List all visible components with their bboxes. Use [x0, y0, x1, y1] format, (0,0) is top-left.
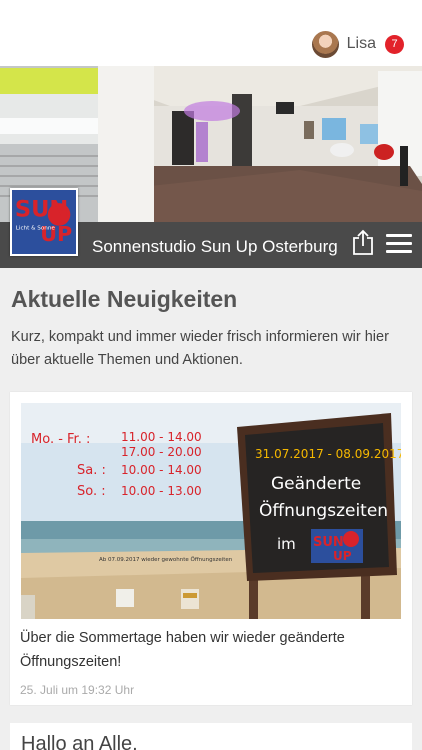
studio-title: Sonnenstudio Sun Up Osterburg [92, 237, 338, 256]
news-card-text[interactable]: Über die Sommertage haben wir wieder geä… [20, 626, 400, 674]
news-card-2[interactable]: Hallo an Alle, [10, 723, 412, 750]
logo-text-top: SUN [15, 196, 69, 222]
schedule-day-1: Mo. - Fr. : [31, 432, 90, 447]
board-line3: im [277, 535, 296, 553]
news-image[interactable]: 31.07.2017 - 08.09.2017 Geänderte Öffnun… [21, 403, 401, 619]
news-card-date: 25. Juli um 19:32 Uhr [20, 683, 135, 697]
user-menu[interactable]: Lisa 7 [311, 29, 404, 59]
top-bar: Lisa 7 [0, 0, 422, 66]
schedule-time-4: 10.00 - 13.00 [121, 484, 202, 498]
user-name[interactable]: Lisa [347, 35, 376, 53]
studio-logo[interactable]: SUN UP Licht & Sonne [10, 188, 78, 256]
avatar[interactable] [311, 30, 339, 58]
schedule-day-3: Sa. : [77, 463, 106, 478]
section-title: Aktuelle Neuigkeiten [11, 286, 238, 312]
news-card-2-title[interactable]: Hallo an Alle, [21, 733, 138, 750]
board-line1: Geänderte [271, 474, 361, 494]
schedule-day-4: So. : [77, 484, 106, 499]
schedule-note: Ab 07.09.2017 wieder gewohnte Öffnungsze… [99, 556, 233, 563]
share-icon[interactable] [352, 229, 374, 255]
schedule-time-3: 10.00 - 14.00 [121, 463, 202, 477]
board-logo-top: SUN [313, 535, 344, 550]
hamburger-menu-icon[interactable] [386, 234, 412, 254]
schedule-time-2: 17.00 - 20.00 [121, 445, 202, 459]
schedule-time-1: 11.00 - 14.00 [121, 430, 202, 444]
board-logo-bottom: UP [333, 549, 352, 563]
section-intro: Kurz, kompakt und immer wieder frisch in… [11, 329, 389, 368]
board-date: 31.07.2017 - 08.09.2017 [255, 447, 401, 461]
news-card[interactable]: 31.07.2017 - 08.09.2017 Geänderte Öffnun… [10, 392, 412, 705]
board-line2: Öffnungszeiten [259, 499, 388, 521]
notification-badge[interactable]: 7 [385, 34, 404, 54]
logo-tagline: Licht & Sonne [16, 226, 56, 232]
hero-header: SUN UP Licht & Sonne Sonnenstudio Sun Up… [0, 66, 422, 268]
